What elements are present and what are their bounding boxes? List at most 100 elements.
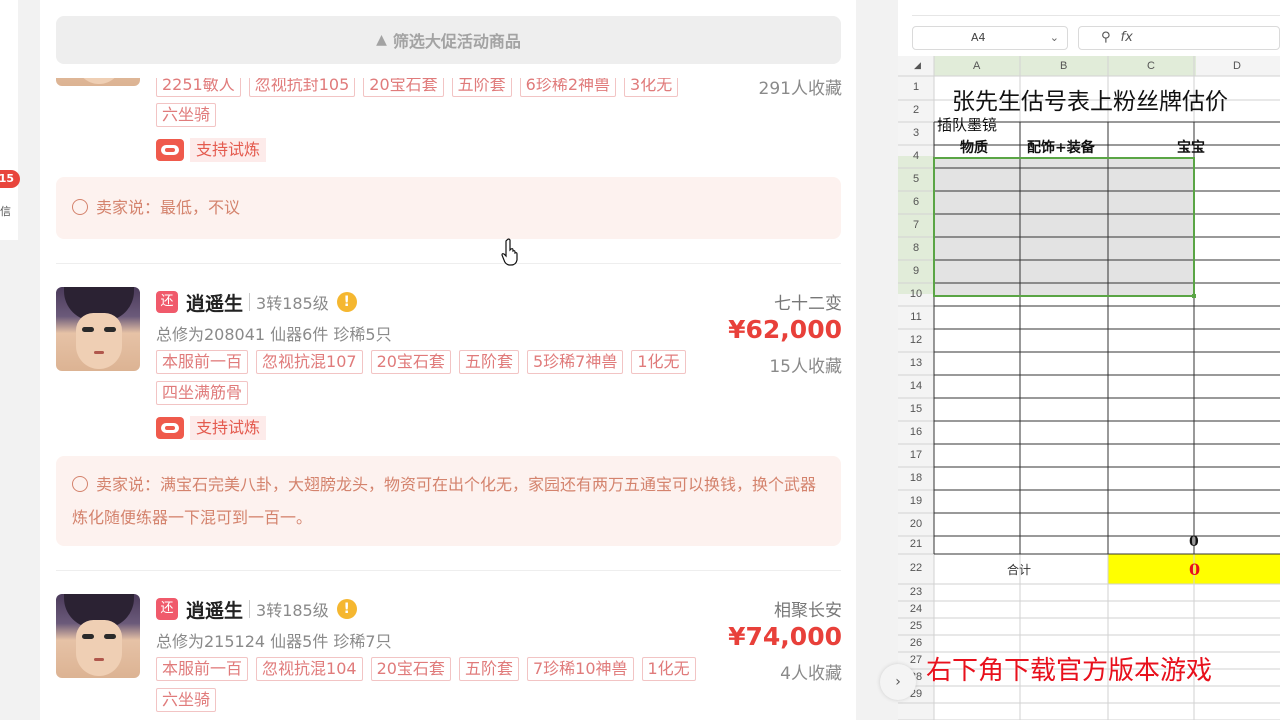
row-header[interactable]: 18 — [898, 472, 934, 484]
attribute-tag: 四坐满筋骨 — [156, 381, 249, 405]
sheet-title-cell[interactable]: 张先生估号表上粉丝牌估价 — [952, 82, 1228, 116]
row-header[interactable]: 8 — [898, 242, 934, 254]
favorite-count: 4人收藏 — [780, 664, 842, 684]
row-header[interactable]: 24 — [898, 603, 934, 615]
row-header[interactable]: 7 — [898, 219, 934, 231]
separator — [249, 293, 251, 311]
seller-text: 卖家说：满宝石完美八卦，大翅膀龙头，物资可在出个化无，家园还有两万五通宝可以换钱… — [72, 475, 817, 527]
name-box[interactable]: A4 ⌄ — [912, 26, 1068, 50]
price: ¥74,000 — [728, 622, 842, 651]
row-header[interactable]: 15 — [898, 403, 934, 415]
attribute-tag: 五阶套 — [458, 657, 519, 681]
character-name[interactable]: 逍遥生 — [186, 289, 243, 316]
attribute-tag: 本服前一百 — [156, 657, 249, 681]
select-all-corner[interactable]: ◢ — [914, 60, 921, 71]
column-header[interactable]: A — [973, 60, 980, 72]
zoom-search-icon[interactable]: ⚲ — [1101, 30, 1111, 45]
chevron-down-icon[interactable]: ⌄ — [1050, 27, 1059, 49]
trial-support[interactable]: 支持试炼 — [156, 138, 267, 162]
character-stats: 总修为215124 仙器5件 珍稀7只 — [156, 632, 392, 651]
column-header[interactable]: C — [1147, 60, 1155, 72]
attribute-tag: 忽视抗混104 — [256, 657, 363, 681]
column-header[interactable]: B — [1060, 60, 1067, 72]
row-header[interactable]: 12 — [898, 334, 934, 346]
gamepad-icon — [156, 139, 184, 161]
attribute-tags: 六坐骑 — [156, 103, 756, 127]
row-header[interactable]: 16 — [898, 426, 934, 438]
row-header[interactable]: 9 — [898, 265, 934, 277]
price: ¥62,000 — [728, 315, 842, 344]
seller-note: 卖家说：最低，不议 — [56, 177, 841, 239]
row-header[interactable]: 5 — [898, 173, 934, 185]
return-badge: 还 — [156, 291, 178, 313]
row-header[interactable]: 11 — [898, 311, 934, 323]
total-value-cell[interactable]: 0 — [1189, 560, 1200, 579]
function-icon[interactable]: fx — [1121, 30, 1133, 45]
header-cell-material[interactable]: 物质 — [960, 137, 988, 157]
warning-icon[interactable]: ! — [336, 292, 357, 312]
row-header[interactable]: 2 — [898, 104, 934, 116]
character-avatar[interactable] — [56, 594, 140, 678]
attribute-tag: 1化无 — [631, 350, 686, 374]
column-header[interactable]: D — [1233, 60, 1241, 72]
row-header[interactable]: 19 — [898, 495, 934, 507]
cell-a2[interactable]: 插队墨镜 — [937, 114, 997, 135]
return-badge: 还 — [156, 598, 178, 620]
video-caption: 右下角下载官方版本游戏 — [926, 656, 1213, 686]
trial-support[interactable]: 支持试炼 — [156, 416, 267, 440]
seller-note: 卖家说：满宝石完美八卦，大翅膀龙头，物资可在出个化无，家园还有两万五通宝可以换钱… — [56, 456, 841, 546]
favorite-count: 15人收藏 — [769, 357, 842, 377]
row-header[interactable]: 10 — [898, 288, 934, 300]
screen: 15 信 ▲ 筛选大促活动商品 2251敏人 忽视抗封105 20宝石套 五阶套… — [0, 0, 1280, 720]
row-header[interactable]: 21 — [898, 538, 934, 550]
attribute-tag: 本服前一百 — [156, 350, 249, 374]
listing-header: 还 逍遥生 3转185级 ! — [156, 596, 357, 622]
separator — [249, 600, 251, 618]
attribute-tags: 本服前一百 忽视抗混104 20宝石套 五阶套 7珍稀10神兽 1化无 — [156, 657, 756, 681]
row-header[interactable]: 14 — [898, 380, 934, 392]
gamepad-icon — [156, 417, 184, 439]
smile-icon — [72, 199, 88, 215]
attribute-tag: 20宝石套 — [370, 657, 451, 681]
attribute-tag: 六坐骑 — [156, 688, 217, 712]
header-cell-pet[interactable]: 宝宝 — [1177, 137, 1205, 157]
row-header[interactable]: 6 — [898, 196, 934, 208]
row-header[interactable]: 25 — [898, 620, 934, 632]
cell-reference: A4 — [971, 31, 986, 44]
attribute-tags: 四坐满筋骨 — [156, 381, 756, 405]
character-level: 3转185级 — [256, 294, 329, 313]
notification-badge[interactable]: 15 — [0, 170, 20, 188]
row-header[interactable]: 23 — [898, 586, 934, 598]
row-header[interactable]: 4 — [898, 150, 934, 162]
sidebar-label: 信 — [0, 205, 11, 218]
attribute-tag: 忽视抗混107 — [256, 350, 363, 374]
attribute-tag: 六坐骑 — [156, 103, 217, 127]
row-header[interactable]: 17 — [898, 449, 934, 461]
formula-bar[interactable]: ⚲ fx — [1078, 26, 1280, 50]
promo-filter-button[interactable]: ▲ 筛选大促活动商品 — [56, 16, 841, 64]
attribute-tag: 1化无 — [641, 657, 696, 681]
attribute-tag: 五阶套 — [458, 350, 519, 374]
character-avatar[interactable] — [56, 287, 140, 371]
total-label-cell[interactable]: 合计 — [1007, 561, 1031, 578]
header-cell-equipment[interactable]: 配饰+装备 — [1027, 137, 1095, 157]
row-header[interactable]: 3 — [898, 127, 934, 139]
attribute-tags: 六坐骑 — [156, 688, 756, 712]
floating-action-button[interactable]: › — [880, 664, 916, 700]
ribbon-edge — [912, 0, 1280, 16]
promo-filter-label: 筛选大促活动商品 — [392, 32, 521, 51]
divider — [56, 570, 841, 571]
attribute-tags: 本服前一百 忽视抗混107 20宝石套 五阶套 5珍稀7神兽 1化无 — [156, 350, 756, 374]
row-header[interactable]: 26 — [898, 637, 934, 649]
hand-cursor-icon — [501, 238, 518, 266]
server-name: 相聚长安 — [774, 601, 842, 621]
divider — [56, 263, 841, 264]
row-header[interactable]: 20 — [898, 518, 934, 530]
row-header[interactable]: 22 — [898, 562, 934, 574]
cell-c20[interactable]: 0 — [1189, 534, 1199, 550]
character-name[interactable]: 逍遥生 — [186, 596, 243, 623]
row-header[interactable]: 1 — [898, 81, 934, 93]
warning-icon[interactable]: ! — [336, 599, 357, 619]
row-header[interactable]: 13 — [898, 357, 934, 369]
attribute-tag: 5珍稀7神兽 — [526, 350, 624, 374]
